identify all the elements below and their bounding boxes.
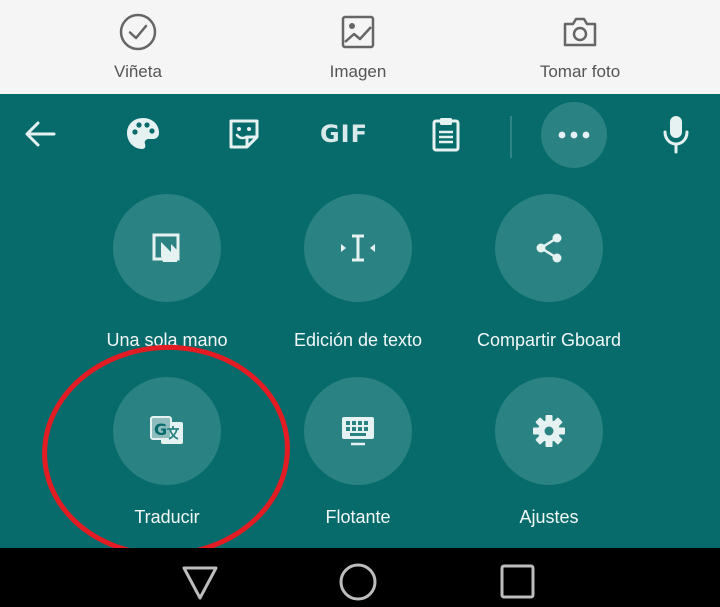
text-editing-label: Edición de texto — [293, 330, 423, 350]
translate-label: Traducir — [134, 507, 200, 527]
text-editing-button[interactable]: Edición de texto — [258, 194, 458, 350]
palette-icon — [127, 118, 159, 149]
circle-home-icon — [339, 563, 377, 601]
one-handed-icon — [152, 233, 180, 262]
share-icon — [536, 233, 562, 263]
nav-back-button[interactable] — [180, 562, 220, 602]
back-button[interactable] — [18, 112, 62, 156]
translate-button[interactable]: G Traducir — [67, 377, 267, 527]
more-horizontal-icon — [558, 131, 590, 139]
translate-circle[interactable]: G — [113, 377, 221, 485]
sticker-button[interactable] — [222, 112, 266, 156]
system-nav-bar — [0, 548, 720, 606]
text-cursor-icon — [341, 234, 375, 262]
image-icon — [341, 15, 375, 49]
attach-bar: Viñeta Imagen Tomar foto — [0, 0, 720, 94]
one-handed-button[interactable]: Una sola mano — [67, 194, 267, 350]
toolbar-divider — [510, 116, 512, 158]
keyboard-panel: GIF Una sola mano Edición de texto Compa… — [0, 94, 720, 548]
floating-label: Flotante — [325, 507, 391, 527]
settings-circle[interactable] — [495, 377, 603, 485]
gif-label: GIF — [319, 120, 369, 148]
settings-button[interactable]: Ajustes — [449, 377, 649, 527]
nav-home-button[interactable] — [338, 562, 378, 602]
share-gboard-button[interactable]: Compartir Gboard — [449, 194, 649, 350]
arrow-left-icon — [25, 121, 56, 147]
check-circle-icon — [119, 13, 157, 51]
one-handed-circle[interactable] — [113, 194, 221, 302]
floating-circle[interactable] — [304, 377, 412, 485]
settings-label: Ajustes — [519, 507, 579, 527]
floating-button[interactable]: Flotante — [258, 377, 458, 527]
take-photo-label: Tomar foto — [539, 62, 621, 81]
image-label: Imagen — [329, 62, 387, 81]
share-gboard-circle[interactable] — [495, 194, 603, 302]
camera-icon — [563, 17, 597, 47]
gif-button[interactable]: GIF — [320, 112, 368, 156]
take-photo-button[interactable]: Tomar foto — [500, 0, 660, 94]
nav-recents-button[interactable] — [498, 562, 538, 602]
voice-input-button[interactable] — [654, 112, 698, 156]
clipboard-icon — [432, 118, 460, 152]
translate-icon: G — [150, 416, 183, 444]
microphone-icon — [663, 116, 689, 154]
gear-icon — [533, 415, 565, 447]
clipboard-button[interactable] — [424, 112, 468, 156]
svg-text:G: G — [154, 420, 167, 439]
square-recents-icon — [500, 564, 535, 599]
one-handed-label: Una sola mano — [106, 330, 228, 350]
image-button[interactable]: Imagen — [278, 0, 438, 94]
bullet-label: Viñeta — [114, 62, 162, 81]
bullet-button[interactable]: Viñeta — [58, 0, 218, 94]
floating-keyboard-icon — [342, 417, 374, 446]
theme-button[interactable] — [121, 112, 165, 156]
text-editing-circle[interactable] — [304, 194, 412, 302]
triangle-back-icon — [182, 566, 218, 600]
more-button[interactable] — [541, 102, 607, 168]
share-gboard-label: Compartir Gboard — [476, 330, 622, 350]
sticker-icon — [229, 119, 259, 149]
